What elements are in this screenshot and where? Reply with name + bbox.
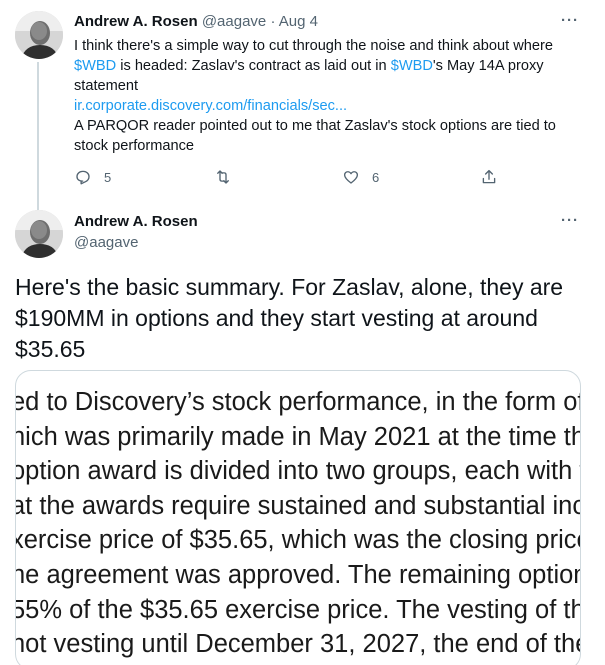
retweet-button[interactable] [214,168,244,186]
image-text: ed to Discovery’s stock performance, in … [15,385,581,662]
image-text-line: option award is divided into two groups,… [15,457,581,486]
tweet-text-line: I think there's a simple way to cut thro… [74,38,553,54]
attached-image[interactable]: ed to Discovery’s stock performance, in … [15,370,581,665]
more-icon[interactable]: ··· [561,12,579,29]
tweet-text-line: A PARQOR reader pointed out to me that Z… [74,118,556,134]
avatar-image [15,11,63,59]
tweet-text-segment: is headed: Zaslav's contract as laid out… [116,58,391,74]
avatar[interactable] [15,210,63,258]
share-button[interactable] [480,168,498,186]
author-name[interactable]: Andrew A. Rosen [74,212,198,232]
image-text-line: not vesting until December 31, 2027, the… [16,630,580,659]
reply-count: 5 [104,169,112,185]
image-text-line: xercise price of $35.65, which was the c… [15,526,581,555]
cashtag-link[interactable]: $WBD [74,58,116,74]
tweet-actions: 5 6 [74,168,514,188]
image-text-line: he agreement was approved. The remaining… [15,560,581,589]
share-icon [482,169,496,184]
thread-connector-line [37,62,39,210]
image-text-line: ed to Discovery’s stock performance, in … [15,388,581,416]
tweet-body-line: $190MM in options and they start vesting… [15,305,538,331]
tweet-body: Here's the basic summary. For Zaslav, al… [15,272,590,365]
tweet-text: I think there's a simple way to cut thro… [74,36,589,156]
author-handle[interactable]: @aagave [74,233,138,253]
tweet-text-line: $WBD is headed: Zaslav's contract as lai… [74,56,589,76]
tweet-header: Andrew A. Rosen @aagave · Aug 4 [74,12,318,32]
tweet-text-line: statement [74,78,139,94]
author-handle[interactable]: @aagave [202,13,266,30]
more-icon[interactable]: ··· [561,212,579,229]
reply-icon [76,170,90,185]
tweet-body-line: Here's the basic summary. For Zaslav, al… [15,274,564,300]
tweet-date[interactable]: Aug 4 [279,13,318,30]
external-link[interactable]: ir.corporate.discovery.com/financials/se… [74,96,589,116]
image-text-line: at the awards require sustained and subs… [16,491,580,520]
like-icon [343,171,359,184]
like-button[interactable]: 6 [342,168,379,186]
avatar[interactable] [15,11,63,59]
meta-separator: · [270,13,276,30]
avatar-image [15,210,63,258]
tweet-text-segment: 's May 14A proxy [432,58,544,74]
tweet-body-line: $35.65 [15,336,86,362]
image-text-line: hich was primarily made in May 2021 at t… [15,422,580,451]
cashtag-link[interactable]: $WBD [391,58,433,74]
author-name[interactable]: Andrew A. Rosen [74,13,198,30]
reply-button[interactable]: 5 [74,168,111,186]
image-text-line: 55% of the $35.65 exercise price. The ve… [15,595,580,624]
like-count: 6 [372,169,380,185]
tweet-text-line: stock performance [74,138,195,154]
retweet-icon [217,170,229,184]
